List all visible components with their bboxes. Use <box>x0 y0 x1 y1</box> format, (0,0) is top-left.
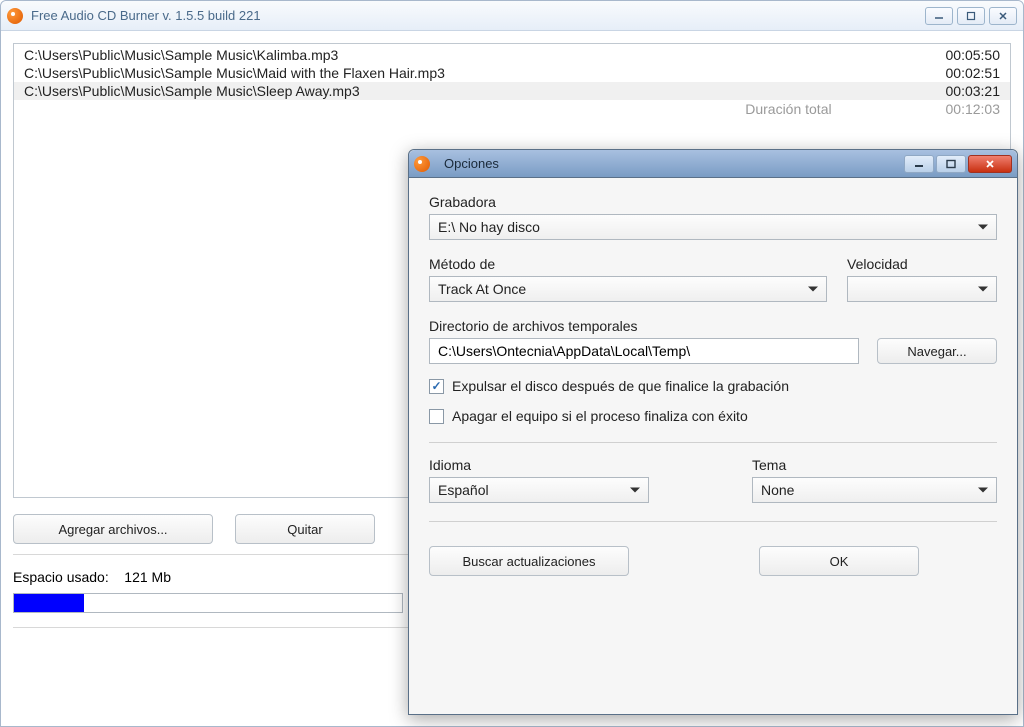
tempdir-input[interactable] <box>429 338 859 364</box>
shutdown-label: Apagar el equipo si el proceso finaliza … <box>452 408 748 424</box>
space-progress <box>13 593 403 613</box>
space-progress-fill <box>14 594 84 612</box>
language-select[interactable]: Español <box>429 477 649 503</box>
theme-value: None <box>761 482 794 498</box>
ok-button[interactable]: OK <box>759 546 919 576</box>
theme-label: Tema <box>752 457 997 473</box>
recorder-label: Grabadora <box>429 194 997 210</box>
eject-label: Expulsar el disco después de que finalic… <box>452 378 789 394</box>
recorder-value: E:\ No hay disco <box>438 219 540 235</box>
file-duration: 00:02:51 <box>946 65 1001 81</box>
main-titlebar[interactable]: Free Audio CD Burner v. 1.5.5 build 221 <box>1 1 1023 31</box>
tempdir-label: Directorio de archivos temporales <box>429 318 997 334</box>
options-dialog: Opciones Grabadora E:\ No hay disco Méto… <box>408 149 1018 715</box>
file-row[interactable]: C:\Users\Public\Music\Sample Music\Sleep… <box>14 82 1010 100</box>
total-row: Duración total 00:12:03 <box>14 100 1010 118</box>
check-updates-button[interactable]: Buscar actualizaciones <box>429 546 629 576</box>
method-select[interactable]: Track At Once <box>429 276 827 302</box>
file-row[interactable]: C:\Users\Public\Music\Sample Music\Maid … <box>14 64 1010 82</box>
method-label: Método de <box>429 256 827 272</box>
options-body: Grabadora E:\ No hay disco Método de Tra… <box>409 178 1017 592</box>
method-value: Track At Once <box>438 281 526 297</box>
close-button[interactable] <box>989 7 1017 25</box>
remove-button[interactable]: Quitar <box>235 514 375 544</box>
window-controls <box>925 7 1017 25</box>
options-titlebar[interactable]: Opciones <box>409 150 1017 178</box>
options-window-controls <box>904 155 1012 173</box>
shutdown-checkbox[interactable] <box>429 409 444 424</box>
total-duration: 00:12:03 <box>946 101 1001 117</box>
space-used-label: Espacio usado: <box>13 569 109 585</box>
file-duration: 00:03:21 <box>946 83 1001 99</box>
file-duration: 00:05:50 <box>946 47 1001 63</box>
app-icon <box>414 156 430 172</box>
file-path: C:\Users\Public\Music\Sample Music\Kalim… <box>24 47 338 63</box>
close-button[interactable] <box>968 155 1012 173</box>
total-label: Duración total <box>745 101 831 117</box>
file-row[interactable]: C:\Users\Public\Music\Sample Music\Kalim… <box>14 46 1010 64</box>
language-label: Idioma <box>429 457 649 473</box>
separator <box>429 442 997 443</box>
file-path: C:\Users\Public\Music\Sample Music\Maid … <box>24 65 445 81</box>
add-files-button[interactable]: Agregar archivos... <box>13 514 213 544</box>
window-title: Free Audio CD Burner v. 1.5.5 build 221 <box>31 8 925 23</box>
file-path: C:\Users\Public\Music\Sample Music\Sleep… <box>24 83 360 99</box>
options-title: Opciones <box>444 156 904 171</box>
eject-checkbox[interactable] <box>429 379 444 394</box>
speed-label: Velocidad <box>847 256 997 272</box>
maximize-button[interactable] <box>936 155 966 173</box>
maximize-button[interactable] <box>957 7 985 25</box>
recorder-select[interactable]: E:\ No hay disco <box>429 214 997 240</box>
minimize-button[interactable] <box>904 155 934 173</box>
language-value: Español <box>438 482 489 498</box>
theme-select[interactable]: None <box>752 477 997 503</box>
browse-button[interactable]: Navegar... <box>877 338 997 364</box>
space-used-value: 121 Mb <box>124 569 171 585</box>
separator <box>429 521 997 522</box>
app-icon <box>7 8 23 24</box>
speed-select[interactable] <box>847 276 997 302</box>
minimize-button[interactable] <box>925 7 953 25</box>
